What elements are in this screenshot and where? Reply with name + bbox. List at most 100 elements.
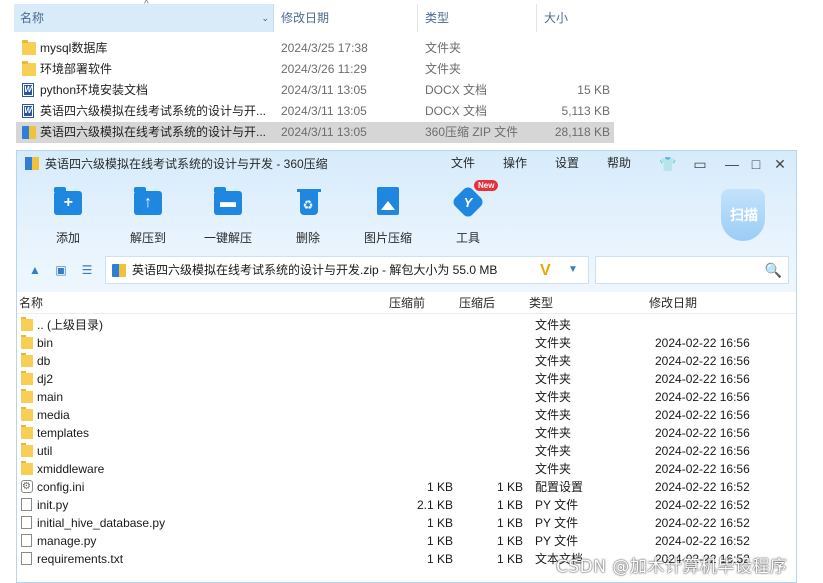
folder-icon xyxy=(21,335,33,349)
file-size: 5,113 KB xyxy=(561,104,610,118)
folder-icon xyxy=(21,389,33,403)
column-size-before[interactable]: 压缩前 xyxy=(389,292,425,314)
column-type[interactable]: 类型 xyxy=(529,292,553,314)
maximize-icon[interactable]: □ xyxy=(747,155,765,173)
item-size-after: 1 KB xyxy=(496,480,523,494)
list-item[interactable]: bin 文件夹 2024-02-22 16:56 xyxy=(17,334,796,352)
column-type[interactable]: 类型 xyxy=(419,4,535,32)
extract-to-icon: ↑ xyxy=(132,187,164,217)
list-item[interactable]: dj2 文件夹 2024-02-22 16:56 xyxy=(17,370,796,388)
file-date: 2024/3/11 13:05 xyxy=(281,83,367,97)
explorer-row[interactable]: mysql数据库 2024/3/25 17:38 文件夹 xyxy=(16,38,614,59)
file-date: 2024/3/11 13:05 xyxy=(281,104,367,118)
item-size-after: 1 KB xyxy=(496,552,523,566)
column-size-after[interactable]: 压缩后 xyxy=(459,292,495,314)
item-size-before: 1 KB xyxy=(426,516,453,530)
explorer-row-selected[interactable]: 英语四六级模拟在线考试系统的设计与开... 2024/3/11 13:05 36… xyxy=(16,122,614,143)
item-date: 2024-02-22 16:56 xyxy=(655,336,750,350)
one-click-extract-button[interactable]: ▬ 一键解压 xyxy=(195,187,261,246)
item-size-before: 1 KB xyxy=(426,552,453,566)
image-compress-button[interactable]: 图片压缩 xyxy=(355,187,421,246)
explorer-column-header: 名称 ^ ⌄ 修改日期 类型 大小 xyxy=(14,0,614,32)
zip-archive-icon xyxy=(112,264,126,277)
menu-operation[interactable]: 操作 xyxy=(503,151,527,175)
file-size: 28,118 KB xyxy=(554,125,610,139)
list-item[interactable]: media 文件夹 2024-02-22 16:56 xyxy=(17,406,796,424)
list-item[interactable]: util 文件夹 2024-02-22 16:56 xyxy=(17,442,796,460)
list-item[interactable]: templates 文件夹 2024-02-22 16:56 xyxy=(17,424,796,442)
folder-icon xyxy=(22,61,36,76)
menu-file[interactable]: 文件 xyxy=(451,151,475,175)
sort-ascending-icon: ^ xyxy=(144,0,149,10)
item-date: 2024-02-22 16:52 xyxy=(655,534,750,548)
menu-help[interactable]: 帮助 xyxy=(607,151,631,175)
close-icon[interactable]: ✕ xyxy=(771,155,789,173)
file-date: 2024/3/25 17:38 xyxy=(281,41,368,55)
list-item[interactable]: .. (上级目录) 文件夹 xyxy=(17,316,796,334)
list-view-icon[interactable]: ☰ xyxy=(79,263,95,277)
column-date[interactable]: 修改日期 xyxy=(275,4,415,32)
minimize-icon[interactable]: — xyxy=(723,155,741,173)
extract-to-button[interactable]: ↑ 解压到 xyxy=(115,187,181,246)
column-size[interactable]: 大小 xyxy=(538,4,614,32)
word-doc-icon xyxy=(22,83,34,97)
v-logo-icon[interactable]: V xyxy=(540,261,551,281)
folder-icon xyxy=(21,425,33,439)
search-input[interactable]: 🔍 xyxy=(595,256,789,284)
explorer-row[interactable]: python环境安装文档 2024/3/11 13:05 DOCX 文档 15 … xyxy=(16,80,614,101)
scan-button[interactable]: 扫描 xyxy=(719,189,769,245)
address-bar[interactable]: 英语四六级模拟在线考试系统的设计与开发.zip - 解包大小为 55.0 MB … xyxy=(105,256,589,284)
extract-to-label: 解压到 xyxy=(129,231,166,245)
explorer-row[interactable]: 英语四六级模拟在线考试系统的设计与开... 2024/3/11 13:05 DO… xyxy=(16,101,614,122)
feedback-icon[interactable]: ▭ xyxy=(691,155,709,173)
item-size-after: 1 KB xyxy=(496,534,523,548)
list-item[interactable]: xmiddleware 文件夹 2024-02-22 16:56 xyxy=(17,460,796,478)
list-item[interactable]: db 文件夹 2024-02-22 16:56 xyxy=(17,352,796,370)
item-size-before: 1 KB xyxy=(426,534,453,548)
item-date: 2024-02-22 16:52 xyxy=(655,516,750,530)
item-size-before: 2.1 KB xyxy=(416,498,453,512)
list-item[interactable]: config.ini 1 KB 1 KB 配置设置 2024-02-22 16:52 xyxy=(17,478,796,496)
item-date: 2024-02-22 16:56 xyxy=(655,408,750,422)
column-name[interactable]: 名称 ^ ⌄ xyxy=(14,0,274,32)
item-date: 2024-02-22 16:56 xyxy=(655,444,750,458)
menu-settings[interactable]: 设置 xyxy=(555,151,579,175)
image-compress-label: 图片压缩 xyxy=(363,231,412,245)
tools-button[interactable]: Y New 工具 xyxy=(435,180,501,246)
folder-icon xyxy=(21,317,33,331)
chevron-down-icon[interactable]: ⌄ xyxy=(261,4,269,32)
column-name-label: 名称 xyxy=(20,11,45,25)
list-item[interactable]: manage.py 1 KB 1 KB PY 文件 2024-02-22 16:52 xyxy=(17,532,796,550)
delete-button[interactable]: ♻ 删除 xyxy=(275,187,341,246)
list-item[interactable]: main 文件夹 2024-02-22 16:56 xyxy=(17,388,796,406)
file-type: 文件夹 xyxy=(425,62,462,76)
item-name: initial_hive_database.py xyxy=(37,516,166,530)
folder-icon xyxy=(21,461,33,475)
file-name: 英语四六级模拟在线考试系统的设计与开... xyxy=(40,125,267,139)
explorer-row[interactable]: 环境部署软件 2024/3/26 11:29 文件夹 xyxy=(16,59,614,80)
chevron-down-icon[interactable]: ▼ xyxy=(568,263,578,277)
list-item[interactable]: initial_hive_database.py 1 KB 1 KB PY 文件 202… xyxy=(17,514,796,532)
item-date: 2024-02-22 16:56 xyxy=(655,426,750,440)
scan-label: 扫描 xyxy=(730,207,758,223)
item-date: 2024-02-22 16:52 xyxy=(655,480,750,494)
item-name: util xyxy=(37,444,53,458)
column-date[interactable]: 修改日期 xyxy=(649,292,697,314)
file-icon xyxy=(21,552,32,565)
search-icon[interactable]: 🔍 xyxy=(765,262,782,278)
column-divider[interactable] xyxy=(417,4,418,32)
add-button[interactable]: + 添加 xyxy=(35,187,101,246)
title-bar[interactable]: 英语四六级模拟在线考试系统的设计与开发 - 360压缩 文件 操作 设置 帮助 … xyxy=(17,151,796,177)
one-click-extract-label: 一键解压 xyxy=(203,231,252,245)
up-arrow-icon[interactable]: ▲ xyxy=(27,263,43,277)
thumbnail-view-icon[interactable]: ▣ xyxy=(53,263,69,277)
item-date: 2024-02-22 16:56 xyxy=(655,462,750,476)
add-icon: + xyxy=(52,187,84,217)
skin-icon[interactable]: 👕 xyxy=(659,155,677,173)
column-divider[interactable] xyxy=(536,4,537,32)
list-item[interactable]: init.py 2.1 KB 1 KB PY 文件 2024-02-22 16:52 xyxy=(17,496,796,514)
item-size-after: 1 KB xyxy=(496,498,523,512)
folder-icon xyxy=(21,371,33,385)
column-name[interactable]: 名称 xyxy=(19,292,43,314)
item-date: 2024-02-22 16:52 xyxy=(655,498,750,512)
